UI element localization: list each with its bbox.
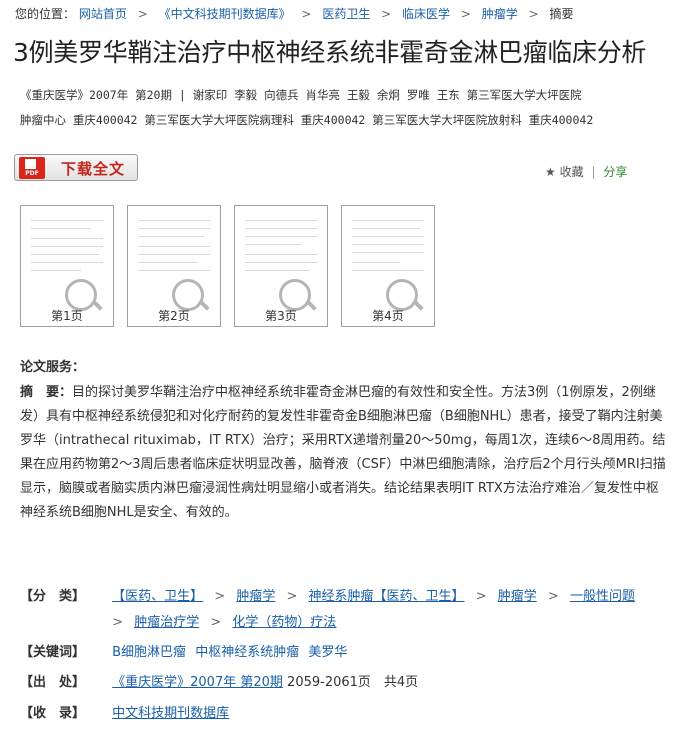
- classification-row-2: > 肿瘤治疗学 > 化学（药物）疗法: [20, 611, 336, 630]
- page-thumbnail-2[interactable]: 第2页: [127, 205, 221, 327]
- chevron-right-icon: >: [460, 7, 471, 21]
- divider: |: [591, 165, 596, 179]
- breadcrumb-medicine-link[interactable]: 医药卫生: [322, 7, 370, 21]
- page-label: 第4页: [372, 309, 404, 323]
- chevron-right-icon: >: [381, 7, 392, 21]
- breadcrumb-clinical-link[interactable]: 临床医学: [402, 7, 450, 21]
- keyword-link[interactable]: 美罗华: [308, 645, 347, 660]
- journal-issue-link[interactable]: 《重庆医学》2007年 第20期: [112, 675, 283, 690]
- keywords-label: 【关键词】: [20, 645, 86, 660]
- keyword-link[interactable]: 中枢神经系统肿瘤: [195, 645, 299, 660]
- classification-label: 【分 类】: [20, 589, 86, 604]
- category-link[interactable]: 肿瘤学: [498, 589, 537, 604]
- indexed-row: 【收 录】 中文科技期刊数据库: [20, 702, 229, 721]
- chevron-right-icon: >: [528, 7, 539, 21]
- star-icon: ★: [545, 165, 556, 179]
- page-range: 2059-2061页 共4页: [287, 675, 419, 690]
- page-thumbnail-1[interactable]: 第1页: [20, 205, 114, 327]
- breadcrumb-prefix: 您的位置：: [15, 7, 76, 21]
- breadcrumb-oncology-link[interactable]: 肿瘤学: [482, 7, 518, 21]
- keywords-row: 【关键词】 B细胞淋巴瘤 中枢神经系统肿瘤 美罗华: [20, 641, 352, 660]
- source-label: 【出 处】: [20, 675, 86, 690]
- chevron-right-icon: >: [286, 589, 298, 604]
- chevron-right-icon: >: [475, 589, 487, 604]
- breadcrumb-home-link[interactable]: 网站首页: [79, 7, 127, 21]
- abstract-text: 目的探讨美罗华鞘注治疗中枢神经系统非霍奇金淋巴瘤的有效性和安全性。方法3例（1例…: [20, 385, 666, 520]
- chevron-right-icon: >: [210, 615, 222, 630]
- breadcrumb-current: 摘要: [549, 7, 574, 21]
- article-meta-line-2: 肿瘤中心 重庆400042 第三军医大学大坪医院病理科 重庆400042 第三军…: [20, 113, 594, 127]
- chevron-right-icon: >: [547, 589, 559, 604]
- classification-row: 【分 类】 【医药、卫生】 > 肿瘤学 > 神经系肿瘤【医药、卫生】 > 肿瘤学…: [20, 585, 635, 604]
- page-label: 第2页: [158, 309, 190, 323]
- source-row: 【出 处】 《重庆医学》2007年 第20期 2059-2061页 共4页: [20, 671, 418, 690]
- category-link[interactable]: 化学（药物）疗法: [232, 615, 336, 630]
- breadcrumb-database-link[interactable]: 《中文科技期刊数据库》: [159, 7, 291, 21]
- category-link[interactable]: 一般性问题: [570, 589, 635, 604]
- database-link[interactable]: 中文科技期刊数据库: [112, 706, 229, 721]
- page-label: 第1页: [51, 309, 83, 323]
- chevron-right-icon: >: [137, 7, 148, 21]
- keyword-link[interactable]: B细胞淋巴瘤: [112, 645, 186, 660]
- page-thumbnail-3[interactable]: 第3页: [234, 205, 328, 327]
- page-thumbnail-4[interactable]: 第4页: [341, 205, 435, 327]
- download-fulltext-button[interactable]: PDF 下载全文: [14, 154, 138, 181]
- article-meta-line-1: 《重庆医学》2007年 第20期 | 谢家印 李毅 向德兵 肖华亮 王毅 余炯 …: [20, 88, 582, 102]
- page-label: 第3页: [265, 309, 297, 323]
- abstract: 摘 要：目的探讨美罗华鞘注治疗中枢神经系统非霍奇金淋巴瘤的有效性和安全性。方法3…: [20, 381, 668, 525]
- share-link[interactable]: 分享: [603, 165, 627, 179]
- breadcrumb: 您的位置： 网站首页 > 《中文科技期刊数据库》 > 医药卫生 > 临床医学 >…: [15, 5, 574, 22]
- chevron-right-icon: >: [301, 7, 312, 21]
- abstract-label: 摘 要：: [20, 385, 73, 400]
- pdf-icon: PDF: [19, 157, 45, 179]
- chevron-right-icon: >: [214, 589, 226, 604]
- category-link[interactable]: 神经系肿瘤【医药、卫生】: [309, 589, 465, 604]
- category-link[interactable]: 肿瘤学: [236, 589, 275, 604]
- page-title: 3例美罗华鞘注治疗中枢神经系统非霍奇金淋巴瘤临床分析: [13, 38, 647, 67]
- category-link[interactable]: 【医药、卫生】: [112, 589, 203, 604]
- collect-link[interactable]: 收藏: [560, 165, 584, 179]
- category-link[interactable]: 肿瘤治疗学: [134, 615, 199, 630]
- chevron-right-icon: >: [112, 615, 124, 630]
- service-heading: 论文服务：: [20, 360, 86, 375]
- download-label: 下载全文: [61, 160, 126, 178]
- indexed-label: 【收 录】: [20, 706, 86, 721]
- favorite-share-bar: ★ 收藏 | 分享: [545, 163, 627, 180]
